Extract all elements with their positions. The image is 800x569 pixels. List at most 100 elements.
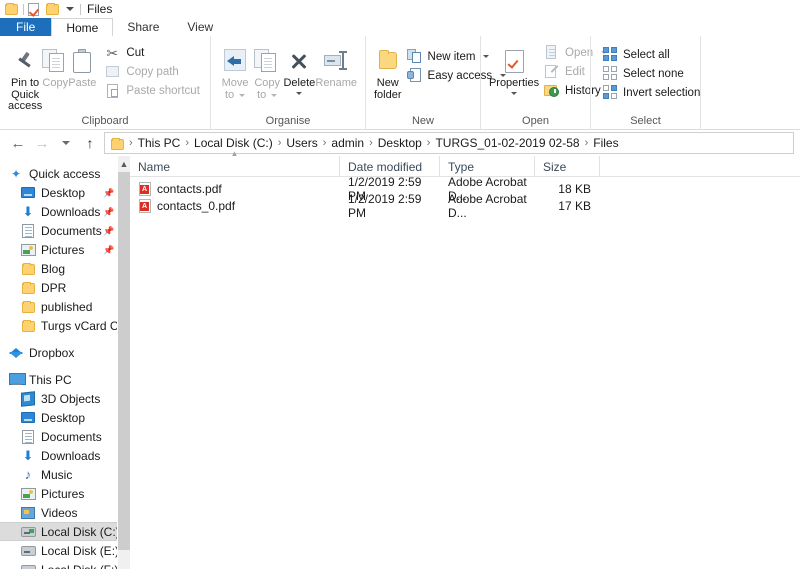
sidebar-item-dropbox[interactable]: Dropbox [0, 343, 117, 362]
new-folder-button[interactable]: New folder [374, 42, 402, 101]
delete-button[interactable]: Delete [283, 42, 315, 95]
tab-file[interactable]: File [0, 18, 52, 36]
ribbon-group-clipboard: Pin to Quick access Copy Paste ✂ Cut Cop… [0, 36, 210, 130]
copy-button[interactable]: Copy [42, 42, 68, 90]
copy-to-icon [254, 44, 280, 78]
file-name-cell[interactable]: A contacts_0.pdf [130, 198, 340, 213]
sidebar-item-blog[interactable]: Blog [0, 259, 117, 278]
properties-button[interactable]: Properties [489, 42, 539, 95]
qat-properties-icon[interactable] [28, 2, 42, 16]
sidebar-item-downloads-pc[interactable]: ⬇ Downloads [0, 446, 117, 465]
sidebar-item-videos[interactable]: Videos [0, 503, 117, 522]
tab-share[interactable]: Share [113, 18, 173, 36]
ribbon-tabs: File Home Share View [0, 18, 800, 36]
sidebar-item-documents-qa[interactable]: Documents 📌 [0, 221, 117, 240]
breadcrumb-item-this-pc[interactable]: This PC [134, 136, 185, 150]
sidebar-item-quick-access[interactable]: ✦ Quick access [0, 164, 117, 183]
sidebar-item-local-disk-f[interactable]: Local Disk (F:) [0, 560, 117, 569]
column-header-name[interactable]: ▲ Name [130, 150, 340, 177]
downloads-icon: ⬇ [22, 448, 34, 463]
sidebar-item-this-pc[interactable]: This PC [0, 370, 117, 389]
sidebar-item-turgs-vcard[interactable]: Turgs vCard Con [0, 316, 117, 335]
pin-to-quick-access-label-1: Pin to Quick [11, 77, 40, 101]
scrollbar-thumb[interactable] [118, 172, 130, 550]
breadcrumb-item-admin[interactable]: admin [327, 136, 368, 150]
open-label: Open [565, 46, 594, 59]
copy-path-button[interactable]: Copy path [102, 62, 203, 81]
sidebar-label-local-disk-f: Local Disk (F:) [41, 563, 117, 569]
breadcrumb-item-desktop[interactable]: Desktop [374, 136, 426, 150]
folder-icon [20, 318, 36, 334]
easy-access-icon [406, 67, 423, 84]
pin-icon[interactable]: 📌 [103, 226, 114, 236]
ribbon-group-label-organise: Organise [265, 115, 311, 127]
qat-new-folder-icon[interactable] [46, 2, 60, 16]
sidebar-item-downloads-qa[interactable]: ⬇ Downloads 📌 [0, 202, 117, 221]
select-all-button[interactable]: Select all [599, 45, 703, 64]
copy-to-button[interactable]: Copy to [251, 42, 283, 101]
tab-view[interactable]: View [173, 18, 227, 36]
new-folder-icon [376, 44, 400, 78]
rename-icon [324, 44, 348, 78]
pin-icon[interactable]: 📌 [103, 188, 114, 198]
move-to-button[interactable]: Move to [219, 42, 251, 101]
select-all-label: Select all [623, 48, 670, 61]
up-button[interactable]: ↑ [78, 132, 102, 154]
ribbon-group-select: Select all Select none Invert selection … [590, 36, 700, 130]
breadcrumb-item-local-disk-c[interactable]: Local Disk (C:) [190, 136, 277, 150]
select-none-button[interactable]: Select none [599, 64, 703, 83]
pin-icon[interactable]: 📌 [103, 207, 114, 217]
paste-shortcut-button[interactable]: Paste shortcut [102, 81, 203, 100]
sidebar-label-this-pc: This PC [29, 372, 72, 387]
back-arrow-icon: ← [10, 134, 26, 152]
file-name-cell[interactable]: A contacts.pdf [130, 181, 340, 196]
pin-icon[interactable]: 📌 [103, 245, 114, 255]
navigation-pane: ✦ Quick access Desktop 📌 ⬇ Downloads 📌 D… [0, 156, 117, 569]
forward-button[interactable]: → [30, 132, 54, 154]
tab-home[interactable]: Home [51, 18, 114, 36]
downloads-icon: ⬇ [22, 204, 34, 219]
ribbon: Pin to Quick access Copy Paste ✂ Cut Cop… [0, 36, 800, 130]
pdf-badge: A [140, 201, 149, 211]
pdf-icon: A [139, 198, 151, 213]
sidebar-item-music[interactable]: ♪ Music [0, 465, 117, 484]
rename-button[interactable]: Rename [315, 42, 357, 90]
navigation-pane-scrollbar[interactable]: ▲ ▼ [117, 156, 130, 569]
column-header-size[interactable]: Size [535, 156, 600, 177]
select-none-icon [602, 66, 618, 82]
sidebar-item-documents-pc[interactable]: Documents [0, 427, 117, 446]
cut-button[interactable]: ✂ Cut [102, 43, 203, 62]
ribbon-filler [700, 36, 800, 130]
invert-selection-button[interactable]: Invert selection [599, 83, 703, 102]
3d-objects-icon [20, 390, 36, 407]
new-item-icon [406, 48, 423, 65]
qat-folder-icon[interactable] [5, 2, 19, 16]
breadcrumb-item-files[interactable]: Files [589, 136, 622, 150]
sidebar-item-published[interactable]: published [0, 297, 117, 316]
delete-icon [288, 44, 310, 78]
chevron-down-icon [62, 141, 70, 145]
recent-locations-button[interactable] [54, 132, 78, 154]
sidebar-item-dpr[interactable]: DPR [0, 278, 117, 297]
sidebar-item-local-disk-e[interactable]: Local Disk (E:) [0, 541, 117, 560]
column-header-type[interactable]: Type [440, 156, 535, 177]
pin-to-quick-access-button[interactable]: Pin to Quick access [8, 42, 42, 113]
column-header-date-modified[interactable]: Date modified [340, 156, 440, 177]
back-button[interactable]: ← [6, 132, 30, 154]
pin-icon [14, 44, 36, 78]
breadcrumb-item-turgs[interactable]: TURGS_01-02-2019 02-58 [431, 136, 583, 150]
qat-customize-chevron-icon[interactable] [66, 7, 74, 11]
pin-to-quick-access-label-2: access [8, 100, 43, 112]
sidebar-item-pictures-qa[interactable]: Pictures 📌 [0, 240, 117, 259]
sidebar-item-local-disk-c[interactable]: Local Disk (C:) [0, 522, 117, 541]
sidebar-item-desktop-pc[interactable]: Desktop [0, 408, 117, 427]
sidebar-item-pictures-pc[interactable]: Pictures [0, 484, 117, 503]
table-row[interactable]: A contacts_0.pdf 1/2/2019 2:59 PM Adobe … [130, 192, 800, 220]
scroll-up-arrow-icon[interactable]: ▲ [118, 156, 130, 172]
sidebar-item-desktop-qa[interactable]: Desktop 📌 [0, 183, 117, 202]
paste-button[interactable]: Paste [68, 42, 96, 90]
sidebar-item-3d-objects[interactable]: 3D Objects [0, 389, 117, 408]
breadcrumb-item-users[interactable]: Users [282, 136, 321, 150]
pictures-icon [20, 486, 36, 502]
copy-icon [42, 44, 68, 78]
